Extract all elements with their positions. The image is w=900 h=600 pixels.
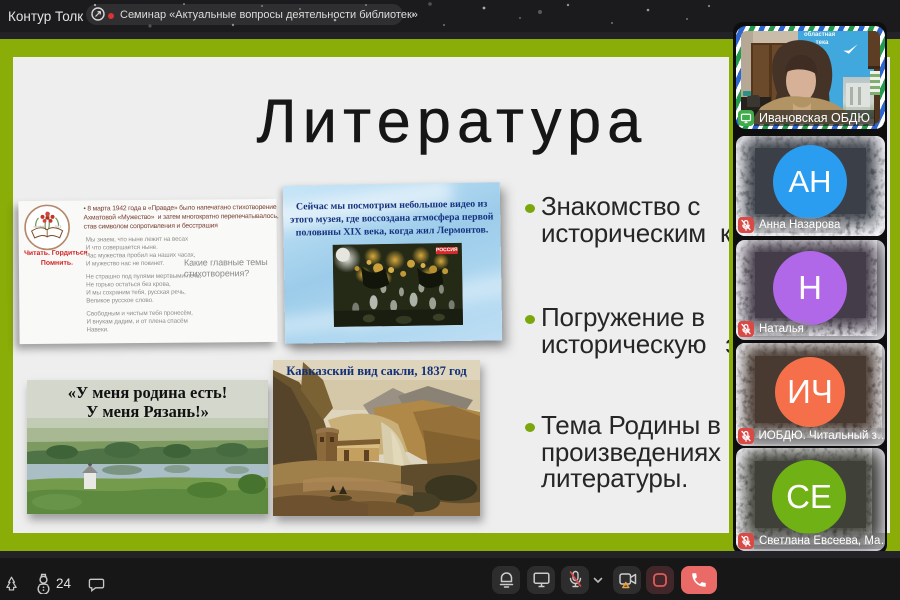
svg-text:2013: 2013 [55, 225, 62, 229]
svg-text:НСДВО: НСДВО [34, 225, 45, 229]
